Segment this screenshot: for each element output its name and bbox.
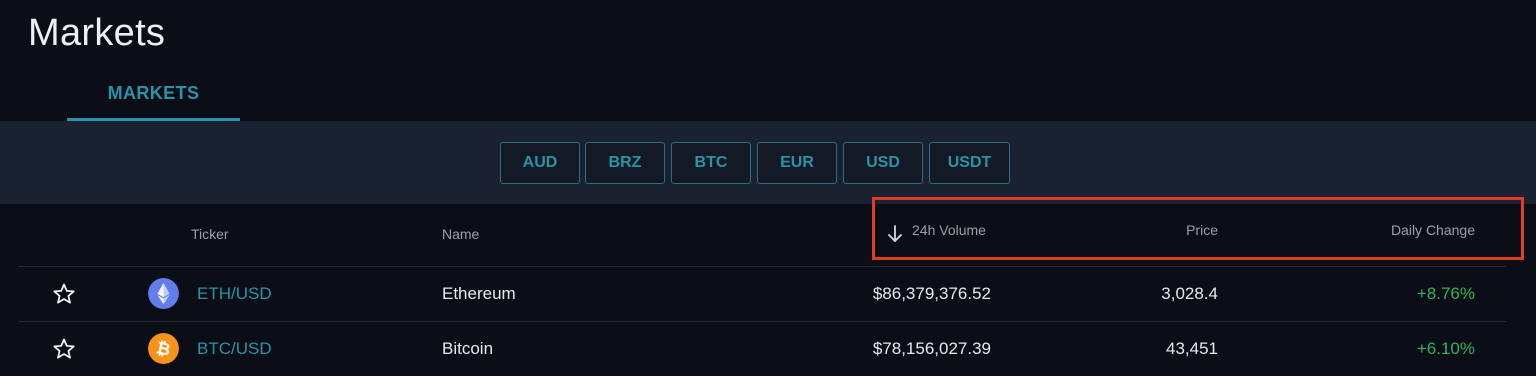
ethereum-icon xyxy=(148,278,179,309)
asset-name: Ethereum xyxy=(442,284,516,303)
price-value: 43,451 xyxy=(1166,339,1218,358)
filter-chip-usd[interactable]: USD xyxy=(843,142,923,184)
arrow-down-icon[interactable] xyxy=(886,224,904,244)
volume-value: $86,379,376.52 xyxy=(872,284,991,303)
daily-change-value: +6.10% xyxy=(1416,339,1475,358)
markets-page: Markets MARKETS AUD BRZ BTC EUR USD USDT… xyxy=(0,0,1536,376)
star-icon[interactable] xyxy=(52,282,76,306)
column-header-daily-change[interactable]: Daily Change xyxy=(1391,222,1475,238)
column-header-name[interactable]: Name xyxy=(442,226,479,242)
volume-value: $78,156,027.39 xyxy=(872,339,991,358)
ticker-link[interactable]: BTC/USD xyxy=(197,339,272,359)
page-title: Markets xyxy=(28,12,166,54)
filter-chip-usdt[interactable]: USDT xyxy=(929,142,1010,184)
daily-change-value: +8.76% xyxy=(1416,284,1475,303)
asset-name: Bitcoin xyxy=(442,339,494,358)
column-header-price[interactable]: Price xyxy=(1186,222,1218,238)
table-divider xyxy=(18,266,1506,267)
star-icon[interactable] xyxy=(52,337,76,361)
tab-markets[interactable]: MARKETS xyxy=(67,78,240,122)
column-header-ticker[interactable]: Ticker xyxy=(191,226,229,242)
filter-chip-brz[interactable]: BRZ xyxy=(585,142,665,184)
filter-chip-aud[interactable]: AUD xyxy=(500,142,580,184)
filter-chip-eur[interactable]: EUR xyxy=(757,142,837,184)
ticker-link[interactable]: ETH/USD xyxy=(197,284,272,304)
price-value: 3,028.4 xyxy=(1161,284,1218,303)
column-header-volume[interactable]: 24h Volume xyxy=(912,222,986,238)
table-divider xyxy=(18,321,1506,322)
bitcoin-icon: ₿ xyxy=(148,333,179,364)
filter-chip-btc[interactable]: BTC xyxy=(671,142,751,184)
